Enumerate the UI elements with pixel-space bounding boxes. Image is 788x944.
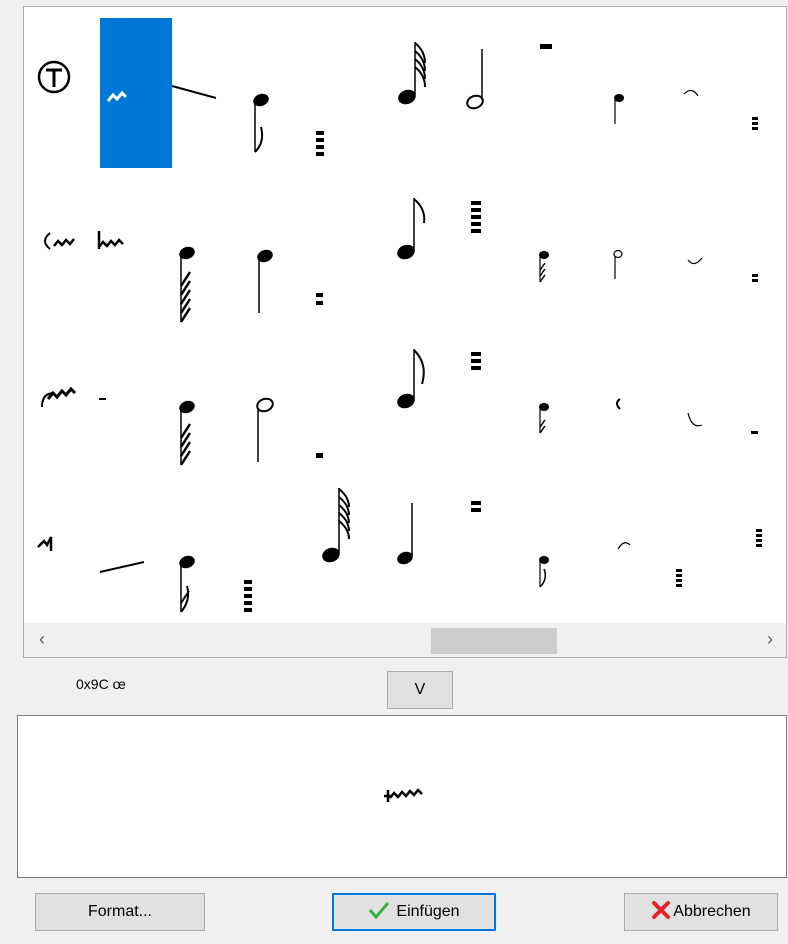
glyph-small-half[interactable]	[613, 249, 623, 280]
glyph-circled-t[interactable]	[37, 60, 71, 94]
glyph-small-rest-pair[interactable]	[752, 274, 758, 282]
glyph-eighth-note-2[interactable]	[395, 349, 425, 411]
glyph-code-label: 0x9C œ	[76, 676, 126, 692]
toggle-v-button[interactable]: V	[387, 671, 453, 709]
cancel-button-label: Abbrechen	[673, 903, 751, 920]
scroll-right-arrow-icon[interactable]: ›	[762, 630, 778, 648]
insert-button-label: Einfügen	[396, 903, 460, 920]
check-icon	[368, 901, 390, 924]
glyph-rest-tower[interactable]	[471, 201, 481, 233]
glyph-drawings	[37, 42, 762, 613]
cancel-button[interactable]: Abbrechen	[624, 893, 778, 931]
glyph-rest-tower-3[interactable]	[471, 352, 481, 370]
glyph-low-dash[interactable]	[751, 431, 758, 434]
format-button-label: Format...	[87, 903, 152, 920]
glyph-trill-c[interactable]	[44, 232, 75, 250]
glyph-sixteenth-stem-down[interactable]	[177, 245, 196, 323]
glyph-area[interactable]	[24, 7, 786, 623]
glyph-line-2[interactable]	[99, 561, 145, 573]
glyph-small-rest-tower-2[interactable]	[756, 529, 762, 547]
glyph-line[interactable]	[171, 85, 217, 99]
glyph-small-eighth[interactable]	[539, 556, 549, 588]
glyph-arc-top[interactable]	[683, 89, 699, 97]
insert-button[interactable]: Einfügen	[332, 893, 496, 931]
preview-pane	[17, 715, 787, 878]
format-button[interactable]: Format...	[35, 893, 205, 931]
preview-glyph-mordent	[384, 788, 423, 802]
glyph-turn-trill[interactable]	[41, 386, 77, 408]
glyph-arc-bottom-2[interactable]	[687, 412, 703, 427]
glyph-single-rest[interactable]	[316, 453, 323, 458]
glyph-arc-top-2[interactable]	[617, 542, 631, 550]
glyph-rest-pair-4[interactable]	[471, 501, 481, 512]
glyph-arc-bottom[interactable]	[687, 257, 703, 265]
glyph-rest-pair[interactable]	[316, 293, 323, 305]
glyph-rest-stack[interactable]	[316, 131, 324, 156]
horizontal-scrollbar[interactable]: ‹ ›	[24, 623, 786, 657]
glyph-rest-tower-4[interactable]	[244, 580, 252, 612]
glyph-bar-rest[interactable]	[540, 44, 552, 49]
glyph-quarter-note[interactable]	[395, 503, 414, 566]
glyph-trill-wave[interactable]	[97, 231, 124, 249]
scrollbar-thumb[interactable]	[431, 628, 557, 654]
glyph-eighth-stem-down[interactable]	[251, 92, 270, 153]
glyph-small-sixteenth[interactable]	[539, 251, 549, 283]
glyph-128th-note[interactable]	[320, 488, 350, 565]
glyph-mordent-down[interactable]	[37, 536, 53, 551]
scroll-left-arrow-icon[interactable]: ‹	[34, 630, 50, 648]
glyph-half-stem-down[interactable]	[255, 397, 274, 462]
glyph-quarter-stem-down[interactable]	[255, 248, 274, 313]
glyph-32nd-stem-down-2[interactable]	[177, 554, 196, 613]
glyph-eighth-note[interactable]	[395, 198, 426, 262]
glyph-small-rest-tower[interactable]	[676, 569, 682, 587]
glyph-32nd-stem-down[interactable]	[177, 399, 196, 466]
glyph-mordent-selected[interactable]	[106, 90, 128, 102]
glyph-small-quarter[interactable]	[614, 94, 624, 124]
glyph-grid[interactable]: ‹ ›	[23, 6, 787, 658]
cross-icon	[651, 900, 671, 925]
glyph-64th-note[interactable]	[396, 42, 426, 107]
glyph-small-rest-stack[interactable]	[752, 117, 758, 130]
glyph-small-c[interactable]	[616, 398, 621, 410]
glyph-half-note[interactable]	[465, 49, 484, 110]
glyph-small-32nd[interactable]	[539, 403, 549, 434]
